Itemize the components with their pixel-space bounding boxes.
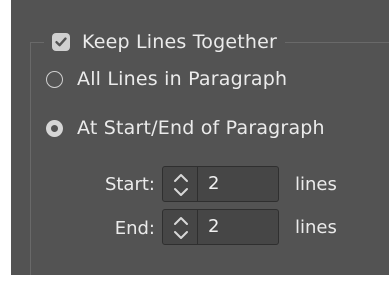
start-unit-label: lines	[295, 174, 337, 195]
end-lines-input[interactable]: 2	[198, 209, 279, 245]
option-all-lines-label: All Lines in Paragraph	[77, 68, 288, 90]
option-start-end-row[interactable]: At Start/End of Paragraph	[46, 113, 325, 143]
keep-lines-together-checkbox[interactable]	[52, 33, 70, 51]
option-start-end-label: At Start/End of Paragraph	[77, 117, 325, 139]
option-start-end-radio[interactable]	[46, 119, 63, 137]
option-all-lines-radio[interactable]	[46, 70, 63, 88]
keep-lines-together-row[interactable]: Keep Lines Together	[44, 26, 286, 58]
end-unit-label: lines	[295, 217, 337, 238]
start-lines-input[interactable]: 2	[198, 166, 279, 202]
end-label: End:	[114, 218, 155, 239]
keep-lines-together-label: Keep Lines Together	[82, 31, 278, 53]
stepper-arrows-icon	[174, 174, 188, 196]
start-label: Start:	[104, 174, 155, 195]
start-stepper[interactable]	[162, 166, 198, 202]
checkmark-icon	[55, 37, 67, 47]
stepper-arrows-icon	[174, 217, 188, 239]
end-stepper[interactable]	[162, 209, 198, 245]
option-all-lines-row[interactable]: All Lines in Paragraph	[46, 64, 287, 94]
